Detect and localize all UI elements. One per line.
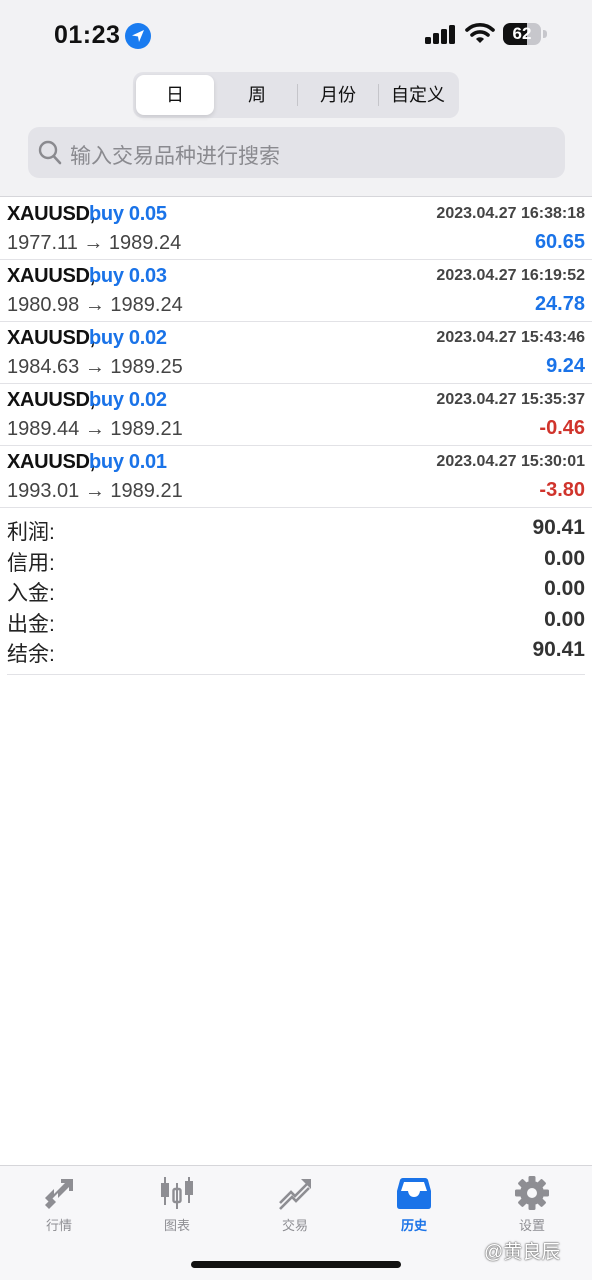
- trade-time: 2023.04.27 16:19:52: [436, 267, 585, 284]
- home-indicator[interactable]: [191, 1261, 401, 1268]
- trade-side: buy 0.05: [89, 203, 167, 225]
- summary-row-withdrawal: 出金: 0.00: [0, 607, 592, 638]
- status-time: 01:23: [54, 21, 121, 49]
- trade-symbol: XAUUSD,: [7, 451, 95, 473]
- battery-icon: 62: [503, 23, 547, 45]
- period-tab-week[interactable]: 周: [217, 75, 297, 115]
- account-summary: 利润: 90.41 信用: 0.00 入金: 0.00 出金: 0.00 结余:…: [0, 515, 592, 675]
- tab-chart[interactable]: 图表: [118, 1166, 236, 1236]
- summary-label: 结余:: [7, 643, 55, 666]
- summary-row-credit: 信用: 0.00: [0, 546, 592, 577]
- trade-symbol: XAUUSD,: [7, 265, 95, 287]
- trade-row[interactable]: XAUUSD, buy 0.03 2023.04.27 16:19:52 198…: [0, 260, 592, 322]
- trade-prices: 1993.01 → 1989.21: [7, 480, 183, 502]
- summary-value: 0.00: [544, 577, 585, 600]
- trade-row[interactable]: XAUUSD, buy 0.02 2023.04.27 15:43:46 198…: [0, 322, 592, 384]
- status-bar: 01:23 62: [0, 0, 592, 70]
- summary-label: 出金:: [7, 612, 55, 636]
- tab-quotes[interactable]: 行情: [0, 1166, 118, 1236]
- trade-symbol: XAUUSD,: [7, 203, 95, 225]
- trade-symbol: XAUUSD,: [7, 389, 95, 411]
- trade-row[interactable]: XAUUSD, buy 0.01 2023.04.27 15:30:01 199…: [0, 446, 592, 508]
- tab-settings[interactable]: 设置: [473, 1166, 591, 1236]
- trade-profit: 24.78: [534, 293, 585, 315]
- trade-prices: 1977.11 → 1989.24: [7, 232, 182, 254]
- wifi-icon: [465, 22, 495, 49]
- summary-value: 0.00: [544, 607, 585, 631]
- summary-label: 入金:: [7, 582, 55, 605]
- search-icon: [38, 140, 62, 171]
- trade-time: 2023.04.27 15:43:46: [436, 329, 585, 346]
- tab-label: 历史: [400, 1218, 427, 1233]
- trade-icon: [277, 1175, 313, 1211]
- summary-row-deposit: 入金: 0.00: [0, 576, 592, 607]
- trade-history-list: XAUUSD, buy 0.05 2023.04.27 16:38:18 197…: [0, 198, 592, 508]
- trade-row[interactable]: XAUUSD, buy 0.02 2023.04.27 15:35:37 198…: [0, 384, 592, 446]
- tab-history[interactable]: 历史: [355, 1166, 473, 1236]
- header: 01:23 62 日 周 月份 自定义 输入交易品种进行搜索: [0, 0, 592, 197]
- quotes-icon: [41, 1175, 77, 1211]
- settings-icon: [514, 1175, 550, 1211]
- trade-profit: 60.65: [534, 231, 585, 253]
- watermark-text: @黄良辰: [484, 1242, 561, 1263]
- trade-prices: 1984.63 → 1989.25: [7, 356, 183, 378]
- tab-label: 行情: [45, 1218, 72, 1233]
- tab-trade[interactable]: 交易: [236, 1166, 354, 1236]
- trade-profit: 9.24: [546, 355, 585, 377]
- trade-time: 2023.04.27 16:38:18: [436, 205, 585, 222]
- battery-level: 62: [512, 24, 532, 43]
- period-tab-custom[interactable]: 自定义: [379, 75, 457, 115]
- summary-row-balance: 结余: 90.41: [0, 637, 592, 668]
- trade-side: buy 0.02: [89, 389, 167, 411]
- chart-icon: [159, 1175, 195, 1211]
- period-selector: 日 周 月份 自定义: [133, 72, 459, 118]
- summary-value: 90.41: [532, 516, 585, 539]
- trade-prices: 1980.98 → 1989.24: [7, 294, 183, 316]
- summary-label: 利润:: [7, 521, 55, 544]
- summary-row-profit: 利润: 90.41: [0, 515, 592, 546]
- summary-divider: [7, 674, 585, 675]
- summary-value: 90.41: [532, 638, 585, 661]
- tab-label: 图表: [163, 1218, 190, 1233]
- trade-time: 2023.04.27 15:35:37: [436, 391, 585, 408]
- location-arrow-icon: [125, 23, 151, 49]
- summary-label: 信用:: [7, 551, 55, 575]
- tab-label: 设置: [518, 1218, 545, 1233]
- period-tab-day[interactable]: 日: [136, 75, 214, 115]
- trade-time: 2023.04.27 15:30:01: [436, 453, 585, 470]
- tab-label: 交易: [281, 1218, 308, 1233]
- trade-profit: -3.80: [539, 479, 585, 501]
- period-tab-month[interactable]: 月份: [298, 75, 378, 115]
- trade-side: buy 0.02: [89, 327, 167, 349]
- trade-prices: 1989.44 → 1989.21: [7, 418, 183, 440]
- search-placeholder: 输入交易品种进行搜索: [70, 145, 280, 168]
- trade-row[interactable]: XAUUSD, buy 0.05 2023.04.27 16:38:18 197…: [0, 198, 592, 260]
- search-input[interactable]: 输入交易品种进行搜索: [28, 127, 565, 178]
- trade-profit: -0.46: [539, 417, 585, 439]
- trade-side: buy 0.01: [89, 451, 167, 473]
- trade-side: buy 0.03: [89, 265, 167, 287]
- summary-value: 0.00: [544, 546, 585, 570]
- cellular-signal-icon: [425, 24, 457, 44]
- history-icon: [396, 1175, 432, 1211]
- trade-symbol: XAUUSD,: [7, 327, 95, 349]
